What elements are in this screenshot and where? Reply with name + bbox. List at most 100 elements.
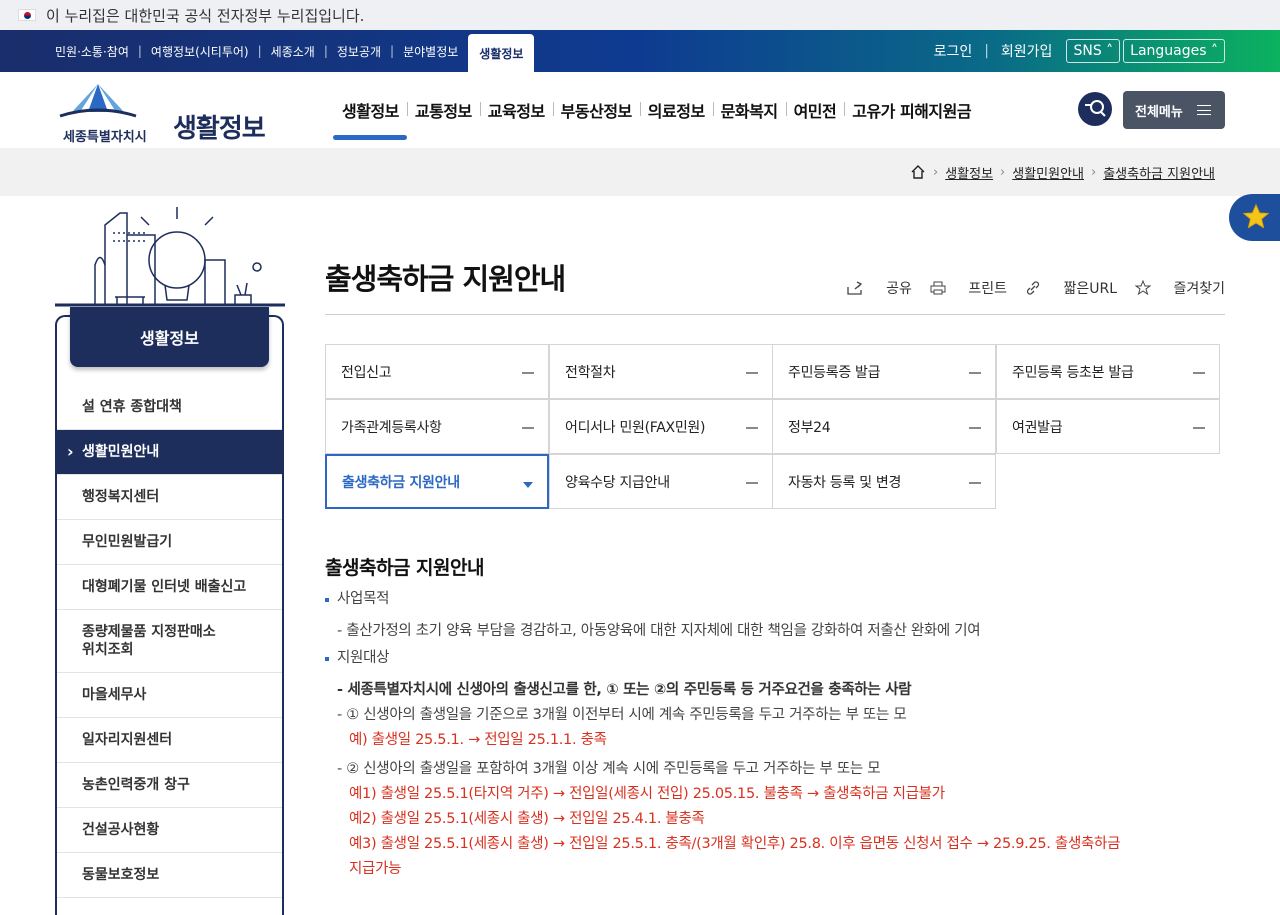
share-button[interactable]: 공유: [846, 278, 912, 298]
collapse-icon: [969, 482, 981, 484]
tab-birth-grant[interactable]: 출생축하금 지원안내: [325, 454, 549, 509]
sidebar-item-tax-advisor[interactable]: 마을세무사: [57, 673, 282, 718]
sidebar-item-animal[interactable]: 동물보호정보: [57, 853, 282, 898]
print-button[interactable]: 프린트: [930, 278, 1007, 298]
hamburger-icon: [1196, 105, 1211, 115]
caret-down-icon: [523, 482, 533, 488]
condition-1: - ① 신생아의 출생일을 기준으로 3개월 이전부터 시에 계속 주민등록을 …: [337, 707, 907, 723]
target-main: - 세종특별자치시에 신생아의 출생신고를 한, ① 또는 ②의 주민등록 등 …: [337, 682, 912, 698]
tab-car-registration[interactable]: 자동차 등록 및 변경: [772, 454, 996, 509]
gnb-yeominjeon[interactable]: 여민전: [785, 98, 845, 122]
condition-1-example: 예) 출생일 25.5.1. → 전입일 25.1.1. 충족: [349, 732, 607, 748]
sidebar-item-construction[interactable]: 건설공사현황: [57, 808, 282, 853]
tab-resident-record[interactable]: 주민등록 등초본 발급: [996, 344, 1220, 399]
condition-2-example-1: 예1) 출생일 25.5.1(타지역 거주) → 전입일(세종시 전입) 25.…: [349, 786, 945, 802]
util-link-travel[interactable]: 여행정보(시티투어): [151, 43, 249, 60]
tab-gov24[interactable]: 정부24: [772, 399, 996, 454]
breadcrumb-current[interactable]: 출생축하금 지원안내: [1103, 163, 1215, 182]
sejong-logo-icon: [59, 84, 137, 118]
languages-button[interactable]: Languages ˄: [1123, 39, 1225, 63]
collapse-icon: [969, 372, 981, 374]
gnb-education[interactable]: 교육정보: [479, 98, 553, 122]
condition-2-example-3: 예3) 출생일 25.5.1(세종시 출생) → 전입일 25.5.1. 충족/…: [349, 836, 1121, 852]
breadcrumb-bar: › 생활정보 › 생활민원안내 › 출생축하금 지원안내: [0, 148, 1280, 196]
util-link-field[interactable]: 분야별정보: [403, 43, 458, 60]
site-logo[interactable]: 세종특별자치시 생활정보: [58, 82, 268, 145]
condition-2-example-2: 예2) 출생일 25.5.1(세종시 출생) → 전입일 25.4.1. 불충족: [349, 811, 705, 827]
korea-flag-icon: [18, 9, 36, 21]
bullet-purpose: 사업목적: [325, 589, 1225, 619]
gov-banner-text: 이 누리집은 대한민국 공식 전자정부 누리집입니다.: [46, 6, 365, 25]
sidebar-menu: 설 연휴 종합대책 생활민원안내 행정복지센터 무인민원발급기 대형폐기물 인터…: [57, 385, 282, 898]
star-outline-icon: [1134, 279, 1152, 296]
tab-school-transfer[interactable]: 전학절차: [549, 344, 773, 399]
collapse-icon: [746, 372, 758, 374]
search-icon: [1085, 100, 1106, 117]
breadcrumb-item[interactable]: 생활정보: [945, 163, 993, 182]
city-illustration: [55, 207, 285, 307]
tab-move-in[interactable]: 전입신고: [325, 344, 549, 399]
condition-2: - ② 신생아의 출생일을 포함하여 3개월 이상 계속 시에 주민등록을 두고…: [337, 761, 881, 777]
logo-brand: 생활정보: [173, 114, 266, 144]
print-icon: [930, 281, 946, 295]
collapse-icon: [1193, 372, 1205, 374]
collapse-icon: [522, 427, 534, 429]
utility-right: 로그인 | 회원가입 SNS ˄ Languages ˄: [934, 30, 1225, 72]
util-link-current[interactable]: 생활정보: [468, 34, 535, 72]
sidebar-item-admin-center[interactable]: 행정복지센터: [57, 475, 282, 520]
search-button[interactable]: [1078, 92, 1112, 126]
title-divider: [325, 314, 1225, 315]
share-icon: [847, 281, 862, 295]
sidebar-item-job-center[interactable]: 일자리지원센터: [57, 718, 282, 763]
utility-bar: 민원·소통·참여 | 여행정보(시티투어) | 세종소개 | 정보공개 | 분야별정보 …: [0, 30, 1280, 72]
main-content: 출생축하금 지원안내 공유 프린트 짧은URL 즐겨찾기 전입신고 전학절차 주…: [325, 196, 1225, 900]
main-nav: 생활정보 교통정보 교육정보 부동산정보 의료정보 문화복지 여민전 고유가 피…: [333, 72, 979, 148]
sidebar-item-holiday[interactable]: 설 연휴 종합대책: [57, 385, 282, 430]
sidebar: 생활정보 설 연휴 종합대책 생활민원안내 행정복지센터 무인민원발급기 대형폐…: [55, 205, 285, 915]
util-link-minwon[interactable]: 민원·소통·참여: [55, 43, 129, 60]
condition-2-example-3-cont: 지급가능: [349, 861, 402, 877]
tab-childcare-allowance[interactable]: 양육수당 지급안내: [549, 454, 773, 509]
page-title: 출생축하금 지원안내: [325, 262, 566, 296]
tab-id-card[interactable]: 주민등록증 발급: [772, 344, 996, 399]
gov-banner: 이 누리집은 대한민국 공식 전자정부 누리집입니다.: [0, 0, 1280, 30]
tab-family-record[interactable]: 가족관계등록사항: [325, 399, 549, 454]
gnb-realestate[interactable]: 부동산정보: [552, 98, 640, 122]
gnb-life[interactable]: 생활정보: [333, 98, 407, 140]
sidebar-item-civil[interactable]: 생활민원안내: [57, 430, 282, 475]
collapse-icon: [746, 482, 758, 484]
util-link-info[interactable]: 정보공개: [337, 43, 381, 60]
bookmark-button[interactable]: 즐겨찾기: [1134, 278, 1225, 298]
gnb-medical[interactable]: 의료정보: [639, 98, 713, 122]
purpose-desc: - 출산가정의 초기 양육 부담을 경감하고, 아동양육에 대한 지자체에 대한…: [337, 623, 981, 639]
all-menu-button[interactable]: 전체메뉴: [1123, 91, 1225, 129]
sidebar-item-bag-store[interactable]: 종량제물품 지정판매소 위치조회: [57, 610, 282, 673]
section-title: 출생축하금 지원안내: [325, 557, 484, 579]
sns-button[interactable]: SNS ˄: [1066, 39, 1121, 63]
breadcrumb-item[interactable]: 생활민원안내: [1012, 163, 1084, 182]
login-link[interactable]: 로그인: [934, 41, 973, 61]
link-icon: [1026, 281, 1040, 295]
sidebar-item-kiosk[interactable]: 무인민원발급기: [57, 520, 282, 565]
home-icon[interactable]: [910, 164, 926, 180]
collapse-icon: [969, 427, 981, 429]
util-link-about[interactable]: 세종소개: [271, 43, 315, 60]
tab-fax-civil[interactable]: 어디서나 민원(FAX민원): [549, 399, 773, 454]
gnb-traffic[interactable]: 교통정보: [406, 98, 480, 122]
sidebar-title: 생활정보: [70, 307, 269, 367]
collapse-icon: [522, 372, 534, 374]
collapse-icon: [1193, 427, 1205, 429]
logo-city: 세종특별자치시: [63, 130, 147, 145]
join-link[interactable]: 회원가입: [1001, 41, 1053, 61]
tab-passport[interactable]: 여권발급: [996, 399, 1220, 454]
breadcrumb: › 생활정보 › 생활민원안내 › 출생축하금 지원안내: [910, 148, 1215, 196]
star-icon: [1242, 203, 1270, 229]
short-url-button[interactable]: 짧은URL: [1025, 278, 1117, 298]
gnb-welfare[interactable]: 문화복지: [712, 98, 786, 122]
sidebar-item-bulky-waste[interactable]: 대형폐기물 인터넷 배출신고: [57, 565, 282, 610]
gnb-fuel-support[interactable]: 고유가 피해지원금: [844, 98, 979, 122]
header: 세종특별자치시 생활정보 생활정보 교통정보 교육정보 부동산정보 의료정보 문…: [0, 72, 1280, 148]
favorites-tab[interactable]: [1229, 194, 1280, 241]
utility-links: 민원·소통·참여 | 여행정보(시티투어) | 세종소개 | 정보공개 | 분야별정보 …: [55, 30, 535, 72]
sidebar-item-farm-labor[interactable]: 농촌인력중개 창구: [57, 763, 282, 808]
